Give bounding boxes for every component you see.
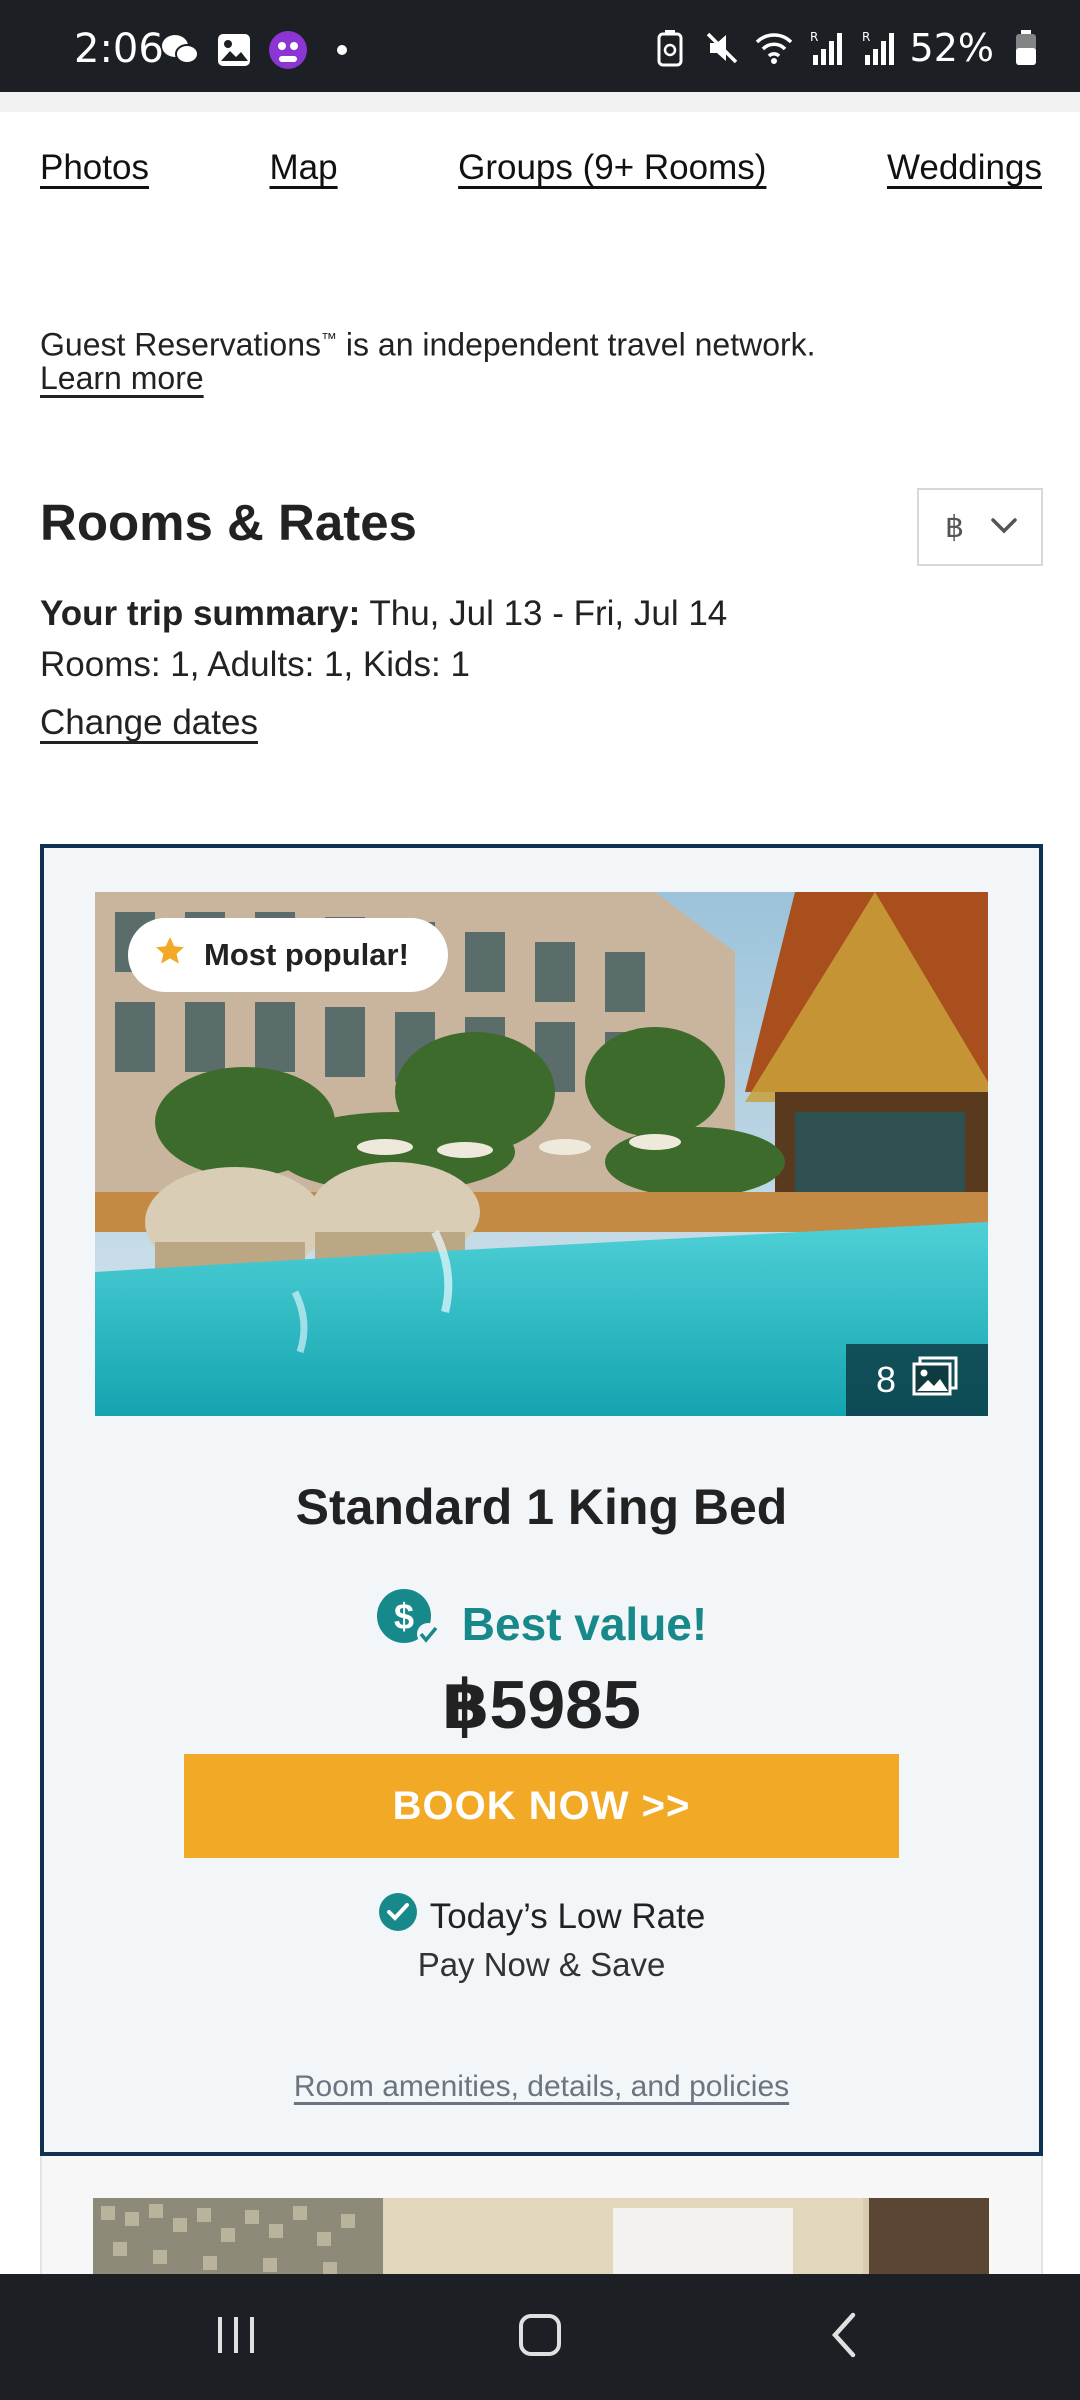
- battery-percent: 52%: [909, 26, 994, 70]
- svg-text:$: $: [394, 1596, 414, 1637]
- badge-label: Most popular!: [204, 937, 409, 972]
- check-circle-icon: [378, 1892, 418, 1941]
- wifi-icon: [754, 28, 794, 68]
- learn-more-link[interactable]: Learn more: [40, 360, 204, 397]
- gallery-icon: [912, 1356, 958, 1405]
- app-icon: [268, 30, 308, 70]
- room-price: ฿5985: [442, 1667, 641, 1743]
- notice-brand: Guest Reservations: [40, 326, 322, 363]
- signal-r-icon: R: [806, 28, 846, 68]
- back-icon: [829, 2312, 859, 2363]
- star-icon: [154, 935, 186, 975]
- top-nav: Photos Map Groups (9+ Rooms) Weddings: [40, 148, 1042, 188]
- bathroom-photo-image: [93, 2198, 989, 2276]
- trip-occupancy: Rooms: 1, Adults: 1, Kids: 1: [40, 645, 470, 684]
- recents-button[interactable]: [166, 2274, 306, 2400]
- wechat-icon: [160, 30, 200, 70]
- currency-select[interactable]: ฿: [917, 488, 1043, 566]
- change-dates-link[interactable]: Change dates: [40, 703, 258, 743]
- mute-icon: [702, 28, 742, 68]
- back-button[interactable]: [774, 2274, 914, 2400]
- dot-icon: [322, 30, 362, 70]
- photo-count-number: 8: [875, 1359, 897, 1400]
- pay-now-text: Pay Now & Save: [417, 1946, 666, 1983]
- recents-icon: [214, 2315, 258, 2360]
- next-room-photo[interactable]: [93, 2198, 989, 2276]
- book-now-button[interactable]: BOOK NOW >>: [184, 1754, 899, 1858]
- home-icon: [518, 2313, 562, 2362]
- photos-link[interactable]: Photos: [40, 148, 149, 188]
- weddings-link[interactable]: Weddings: [887, 148, 1042, 188]
- photo-count-button[interactable]: 8: [846, 1344, 988, 1416]
- trademark-mark: ™: [321, 331, 338, 348]
- trip-summary-label: Your trip summary:: [40, 594, 361, 633]
- room-photo[interactable]: Most popular! 8: [95, 892, 988, 1416]
- header-edge: [0, 92, 1080, 112]
- low-rate-label: Today’s Low Rate: [44, 1892, 1039, 1941]
- gallery-icon: [214, 30, 254, 70]
- trip-summary: Your trip summary: Thu, Jul 13 - Fri, Ju…: [40, 590, 727, 638]
- low-rate-text: Today’s Low Rate: [429, 1896, 706, 1936]
- signal-r-icon: R: [858, 28, 898, 68]
- best-value-text: Best value!: [461, 1597, 708, 1650]
- system-nav-bar: [0, 2274, 1080, 2400]
- next-room-card: [40, 2156, 1043, 2276]
- chevron-down-icon: [989, 510, 1019, 544]
- system-icons: R R 52%: [650, 26, 1046, 70]
- battery-saver-icon: [650, 28, 690, 68]
- home-button[interactable]: [470, 2274, 610, 2400]
- room-amenities-link[interactable]: Room amenities, details, and policies: [44, 2070, 1039, 2104]
- trip-dates: Thu, Jul 13 - Fri, Jul 14: [369, 594, 728, 633]
- notification-icons: [160, 30, 362, 70]
- room-name: Standard 1 King Bed: [295, 1479, 788, 1535]
- map-link[interactable]: Map: [270, 148, 338, 188]
- room-card: Most popular! 8 Standard 1 King Bed $ Be…: [40, 844, 1043, 2156]
- status-bar: 2:06 R R 52%: [0, 0, 1080, 92]
- svg-text:R: R: [862, 30, 870, 44]
- currency-symbol: ฿: [945, 510, 965, 544]
- notice-text: is an independent travel network.: [337, 326, 816, 363]
- best-value-label: $ Best value!: [44, 1588, 1039, 1659]
- svg-text:R: R: [810, 30, 818, 44]
- rooms-rates-title: Rooms & Rates: [40, 494, 417, 551]
- status-time: 2:06: [74, 26, 164, 72]
- most-popular-badge: Most popular!: [128, 918, 448, 992]
- groups-link[interactable]: Groups (9+ Rooms): [458, 148, 766, 188]
- dollar-check-icon: $: [376, 1588, 446, 1659]
- battery-icon: [1006, 28, 1046, 68]
